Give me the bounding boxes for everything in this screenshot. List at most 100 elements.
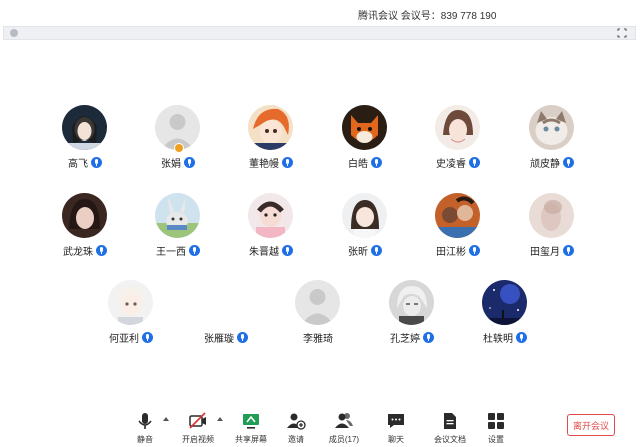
participant-avatar [155,193,200,238]
participant-tile[interactable]: 田江彬 [413,193,503,263]
start-video-button[interactable]: 开启视频 [175,411,221,447]
participant-name: 张昕 [348,246,368,258]
microphone-icon [138,413,152,429]
participant-tile[interactable]: 高飞 [40,105,130,175]
title-bar: 腾讯会议 会议号：839 778 190 [0,0,640,26]
participant-avatar [248,193,293,238]
mute-button[interactable]: 静音 [122,411,168,447]
microphone-icon [282,244,293,256]
participant-avatar [295,280,340,325]
participant-avatar [342,193,387,238]
participant-tile[interactable]: 张娟 [133,105,223,175]
participant-avatar [389,280,434,325]
participant-name: 颃皮静 [530,158,560,170]
participant-name: 李雅琦 [303,333,333,345]
microphone-icon [189,244,200,256]
participant-name: 高飞 [68,158,88,170]
participant-avatar [482,280,527,325]
mute-label: 静音 [137,435,153,444]
microphone-icon [423,331,434,343]
settings-button[interactable]: 设置 [473,411,519,447]
chat-button[interactable]: 聊天 [373,411,419,447]
participant-name: 王一西 [156,246,186,258]
participant-avatar [435,193,480,238]
meeting-docs-label: 会议文档 [434,435,466,444]
video-gallery: 高飞 张娟 董艳幔 白皓 史凌睿 颃皮静 武龙珠 王一西 朱晋越 张昕 田江彬 … [0,40,640,407]
microphone-icon [469,156,480,168]
participant-tile[interactable]: 张昕 [320,193,410,263]
document-icon [444,413,456,429]
meeting-info-bar [3,26,636,40]
share-screen-icon [243,414,259,429]
participant-tile[interactable]: 武龙珠 [40,193,130,263]
microphone-icon [371,244,382,256]
chevron-up-icon[interactable] [217,417,223,421]
participant-name: 史凌睿 [436,158,466,170]
participant-name: 田江彬 [436,246,466,258]
participant-tile[interactable]: 李雅琦 [273,280,363,350]
chat-icon [388,414,404,428]
camera-off-icon [189,412,206,429]
members-label: 成员(17) [328,435,360,444]
participant-tile[interactable]: 董艳幔 [226,105,316,175]
microphone-icon [516,331,527,343]
add-user-icon [287,413,306,430]
participant-avatar [529,193,574,238]
settings-label: 设置 [488,435,504,444]
participant-avatar [108,280,153,325]
participant-name: 田玺月 [530,246,560,258]
participant-name: 孔芝婷 [390,333,420,345]
participant-name: 朱晋越 [249,246,279,258]
share-screen-button[interactable]: 共享屏幕 [228,411,274,447]
members-button[interactable]: 成员(17) [321,411,367,447]
microphone-icon [563,244,574,256]
participant-avatar [62,193,107,238]
leave-meeting-button[interactable]: 离开会议 [567,414,615,436]
microphone-icon [91,156,102,168]
participant-name: 杜轶明 [483,333,513,345]
participant-avatar [529,105,574,150]
invite-label: 邀请 [288,435,304,444]
microphone-icon [237,331,248,343]
host-badge-icon [174,143,184,153]
participant-tile[interactable]: 何亚利 [86,280,176,350]
participant-tile[interactable]: 孔芝婷 [367,280,457,350]
participant-tile[interactable]: 杜轶明 [460,280,550,350]
microphone-icon [563,156,574,168]
participant-tile[interactable]: 田玺月 [507,193,597,263]
participant-name: 张雁璇 [204,333,234,345]
participant-name: 武龙珠 [63,246,93,258]
meeting-docs-button[interactable]: 会议文档 [427,411,473,447]
members-icon [335,413,353,428]
microphone-icon [371,156,382,168]
participant-name: 张娟 [161,158,181,170]
chat-label: 聊天 [388,435,404,444]
microphone-icon [142,331,153,343]
microphone-icon [282,156,293,168]
participant-tile[interactable]: 张雁璇 [181,280,271,350]
participant-tile[interactable]: 颃皮静 [507,105,597,175]
participant-tile[interactable]: 王一西 [133,193,223,263]
invite-button[interactable]: 邀请 [273,411,319,447]
participant-avatar [62,105,107,150]
participant-avatar [435,105,480,150]
microphone-icon [96,244,107,256]
fullscreen-icon[interactable] [617,28,627,38]
participant-avatar [342,105,387,150]
participant-name: 董艳幔 [249,158,279,170]
participant-tile[interactable]: 朱晋越 [226,193,316,263]
participant-name: 白皓 [348,158,368,170]
participant-avatar [248,105,293,150]
microphone-icon [184,156,195,168]
window-title: 腾讯会议 会议号：839 778 190 [358,11,497,22]
participant-name: 何亚利 [109,333,139,345]
start-video-label: 开启视频 [182,435,214,444]
meeting-toolbar: 静音 开启视频 共享屏幕 邀请 成员(17) 聊天 会议文档 设置 [0,407,640,447]
participant-tile[interactable]: 白皓 [320,105,410,175]
participant-tile[interactable]: 史凌睿 [413,105,503,175]
microphone-icon [469,244,480,256]
settings-grid-icon [488,413,504,429]
shield-icon[interactable] [10,29,18,37]
share-screen-label: 共享屏幕 [235,435,267,444]
chevron-up-icon[interactable] [163,417,169,421]
